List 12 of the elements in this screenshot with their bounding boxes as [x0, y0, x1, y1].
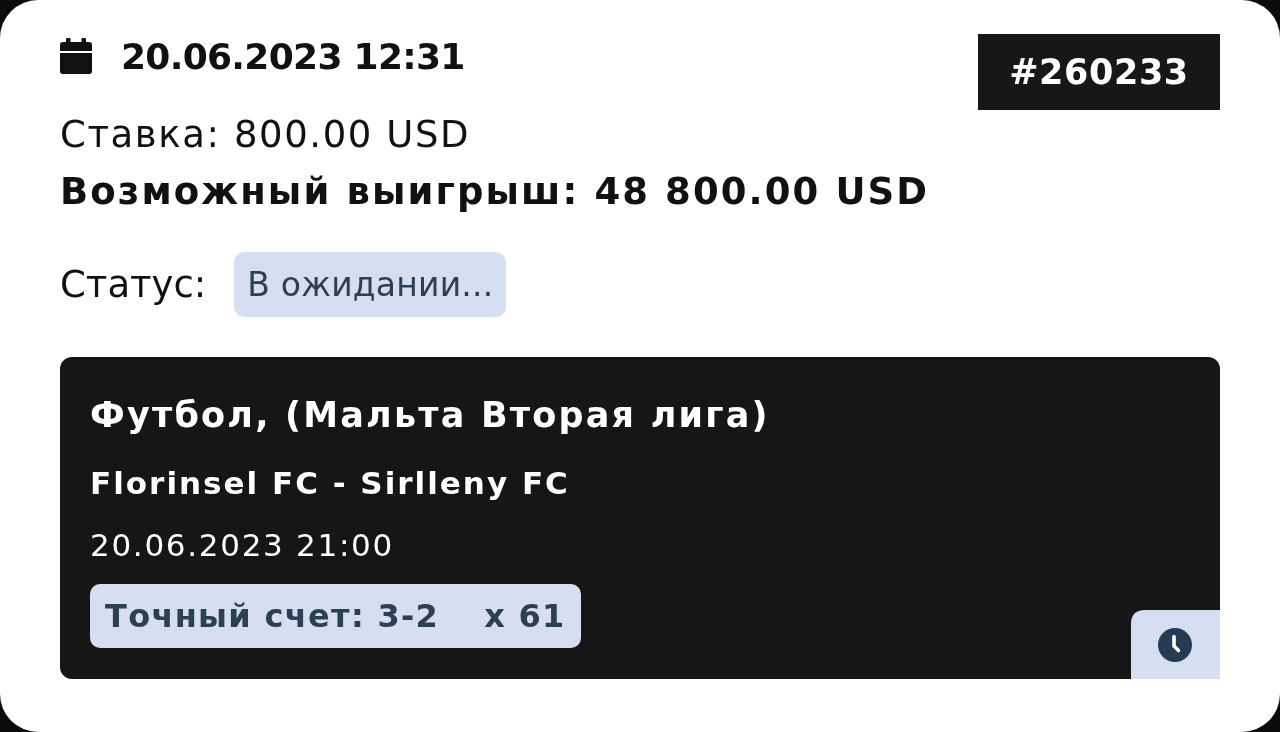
stake-text: Ставка: 800.00 USD [60, 112, 472, 158]
possible-win-text: Возможный выигрыш: 48 800.00 USD [60, 169, 931, 215]
bet-datetime: 20.06.2023 12:31 [121, 35, 465, 77]
calendar-icon [60, 38, 92, 74]
event-title: Футбол, (Мальта Вторая лига) [90, 394, 770, 437]
status-badge: В ожидании... [234, 252, 507, 317]
outcome-text: Точный счет: 3-2 [105, 597, 440, 635]
status-label: Статус: [60, 263, 207, 306]
odds-text: x 61 [484, 597, 566, 635]
bet-number-badge: #260233 [978, 34, 1220, 110]
match-teams: Florinsel FC - Sirlleny FC [90, 464, 570, 503]
event-datetime: 20.06.2023 21:00 [90, 526, 394, 565]
